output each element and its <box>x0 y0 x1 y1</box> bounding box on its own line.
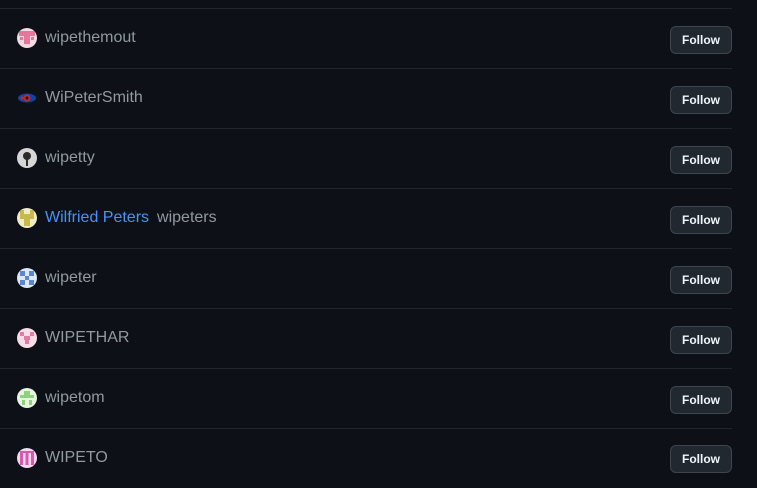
user-names: wipetom <box>45 387 105 409</box>
user-row: wipetom Follow <box>0 368 732 428</box>
user-avatar[interactable] <box>17 28 37 48</box>
user-names: wipethemout <box>45 27 136 49</box>
identicon-olive-avatar <box>17 208 37 228</box>
user-row: Wilfried Peters wipeters Follow <box>0 188 732 248</box>
user-login[interactable]: wipetom <box>45 389 105 406</box>
user-login[interactable]: wipeters <box>157 209 217 226</box>
user-login[interactable]: wipetty <box>45 149 95 166</box>
follow-button[interactable]: Follow <box>670 326 732 354</box>
user-avatar[interactable] <box>17 88 37 108</box>
user-names: WIPETHAR <box>45 327 129 349</box>
follow-button[interactable]: Follow <box>670 86 732 114</box>
user-avatar[interactable] <box>17 328 37 348</box>
user-login[interactable]: wipeter <box>45 269 97 286</box>
user-names: wipetty <box>45 147 95 169</box>
user-row: wipethemout Follow <box>0 8 732 68</box>
eye-photo-avatar <box>17 88 37 108</box>
user-names: WiPeterSmith <box>45 87 143 109</box>
user-avatar[interactable] <box>17 208 37 228</box>
user-names: WIPETO <box>45 447 108 469</box>
identicon-pink-avatar <box>17 328 37 348</box>
follow-button[interactable]: Follow <box>670 266 732 294</box>
identicon-blue-avatar <box>17 268 37 288</box>
follow-button[interactable]: Follow <box>670 206 732 234</box>
gray-photo-avatar <box>17 148 37 168</box>
identicon-magenta-avatar <box>17 448 37 468</box>
follow-button[interactable]: Follow <box>670 445 732 473</box>
user-row: WIPETHAR Follow <box>0 308 732 368</box>
user-row: wipetty Follow <box>0 128 732 188</box>
follow-button[interactable]: Follow <box>670 146 732 174</box>
user-avatar[interactable] <box>17 448 37 468</box>
user-login[interactable]: wipethemout <box>45 29 136 46</box>
follow-button[interactable]: Follow <box>670 386 732 414</box>
user-row: WIPETO Follow <box>0 428 732 488</box>
user-login[interactable]: WIPETHAR <box>45 329 129 346</box>
user-names: Wilfried Peters wipeters <box>45 207 217 229</box>
user-full-name[interactable]: Wilfried Peters <box>45 209 149 226</box>
identicon-green-avatar <box>17 388 37 408</box>
user-row: WiPeterSmith Follow <box>0 68 732 128</box>
user-avatar[interactable] <box>17 148 37 168</box>
user-login[interactable]: WiPeterSmith <box>45 89 143 106</box>
user-login[interactable]: WIPETO <box>45 449 108 466</box>
user-avatar[interactable] <box>17 268 37 288</box>
follow-button[interactable]: Follow <box>670 26 732 54</box>
user-avatar[interactable] <box>17 388 37 408</box>
user-search-results: wipethemout Follow WiPeterSmith Follow w… <box>0 8 732 488</box>
user-names: wipeter <box>45 267 97 289</box>
identicon-pink-avatar <box>17 28 37 48</box>
user-row: wipeter Follow <box>0 248 732 308</box>
